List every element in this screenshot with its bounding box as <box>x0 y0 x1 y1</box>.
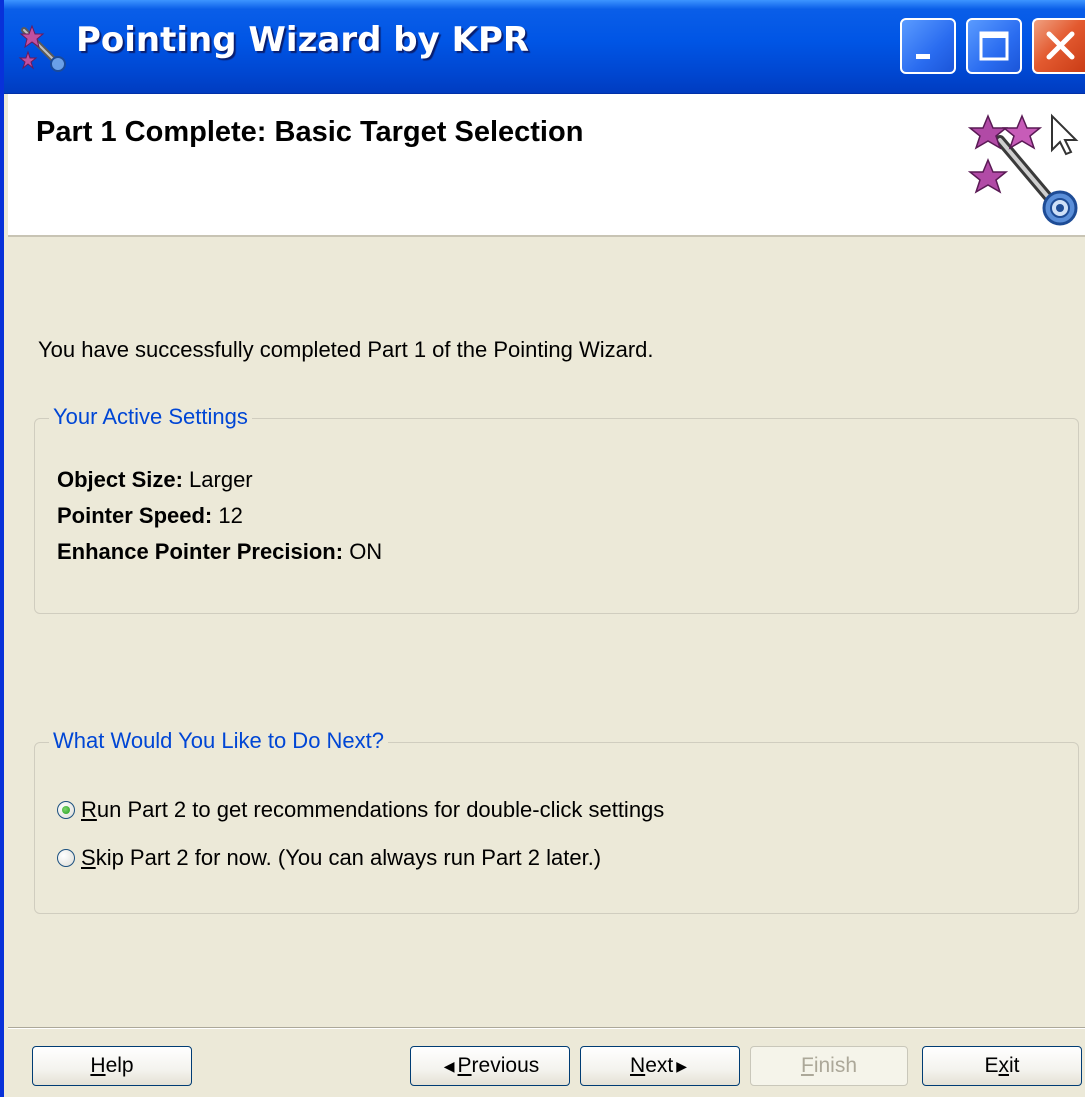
run-part2-option[interactable]: Run Part 2 to get recommendations for do… <box>57 797 664 823</box>
mnemonic: P <box>457 1054 472 1077</box>
setting-value: ON <box>343 539 383 564</box>
maximize-icon <box>979 31 1009 61</box>
next-step-legend: What Would You Like to Do Next? <box>49 728 389 754</box>
pointer-speed-setting: Pointer Speed: 12 <box>57 503 243 529</box>
exit-button[interactable]: Ex it <box>922 1046 1082 1086</box>
close-icon <box>1046 31 1075 60</box>
skip-part2-radio[interactable] <box>57 849 75 867</box>
setting-value: 12 <box>212 503 243 528</box>
help-button[interactable]: Help <box>32 1046 192 1086</box>
mnemonic: F <box>800 1054 814 1077</box>
mnemonic: H <box>90 1054 106 1077</box>
button-label: inish <box>813 1054 858 1077</box>
button-label: it <box>1009 1054 1020 1077</box>
wizard-app-icon <box>18 24 66 72</box>
close-button[interactable] <box>1032 18 1085 74</box>
mnemonic: N <box>630 1054 646 1077</box>
title-bar[interactable]: Pointing Wizard by KPR <box>4 0 1085 94</box>
run-part2-label: Run Part 2 to get recommendations for do… <box>81 797 664 823</box>
mnemonic: S <box>81 845 96 870</box>
previous-button[interactable]: ◀ Previous <box>410 1046 570 1086</box>
next-button[interactable]: Next ▶ <box>580 1046 740 1086</box>
mnemonic: R <box>81 797 97 822</box>
option-text: kip Part 2 for now. (You can always run … <box>95 845 602 870</box>
pointer-precision-setting: Enhance Pointer Precision: ON <box>57 539 382 565</box>
arrow-right-icon: ▶ <box>676 1057 687 1074</box>
minimize-icon <box>916 54 930 59</box>
window-title: Pointing Wizard by KPR <box>76 20 530 60</box>
wizard-window: Pointing Wizard by KPR Part 1 Complete: … <box>0 0 1085 1097</box>
button-label-start: E <box>984 1054 999 1077</box>
intro-text: You have successfully completed Part 1 o… <box>38 337 654 362</box>
minimize-button[interactable] <box>900 18 956 74</box>
active-settings-legend: Your Active Settings <box>49 404 252 430</box>
bottom-divider <box>8 1027 1085 1029</box>
active-settings-group: Your Active Settings Object Size: Larger… <box>34 404 1079 614</box>
magic-wand-icon <box>967 113 1079 226</box>
finish-button[interactable]: Finish <box>750 1046 908 1086</box>
arrow-left-icon: ◀ <box>443 1057 455 1074</box>
mnemonic: x <box>998 1054 1010 1077</box>
setting-label: Object Size: <box>57 467 183 492</box>
button-label: elp <box>105 1054 134 1077</box>
run-part2-radio[interactable] <box>57 801 75 819</box>
maximize-button[interactable] <box>966 18 1022 74</box>
wizard-header: Part 1 Complete: Basic Target Selection <box>8 94 1085 237</box>
setting-value: Larger <box>182 467 253 492</box>
setting-label: Pointer Speed: <box>57 503 213 528</box>
skip-part2-option[interactable]: Skip Part 2 for now. (You can always run… <box>57 845 601 871</box>
button-label: revious <box>471 1054 540 1077</box>
option-text: un Part 2 to get recommendations for dou… <box>96 797 665 822</box>
skip-part2-label: Skip Part 2 for now. (You can always run… <box>81 845 601 871</box>
button-label: ext <box>645 1054 674 1077</box>
page-title: Part 1 Complete: Basic Target Selection <box>36 116 584 148</box>
setting-label: Enhance Pointer Precision: <box>57 539 344 564</box>
next-step-group: What Would You Like to Do Next? Run Part… <box>34 728 1079 914</box>
object-size-setting: Object Size: Larger <box>57 467 253 493</box>
